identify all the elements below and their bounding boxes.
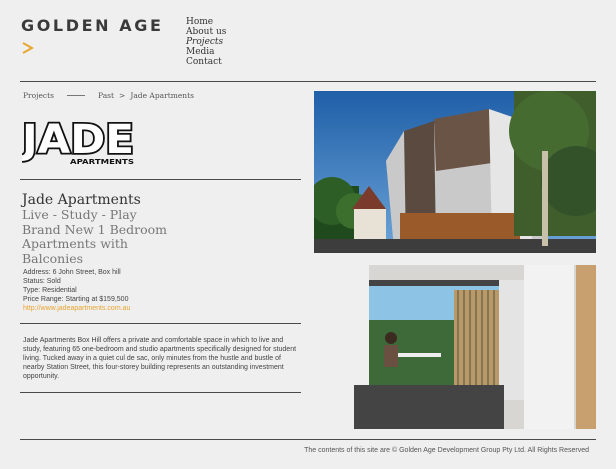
breadcrumb-past[interactable]: Past: [98, 91, 114, 100]
breadcrumb: Projects Past > Jade Apartments: [23, 91, 194, 100]
project-price: Price Range: Starting at $159,500: [23, 296, 129, 303]
project-address: Address: 6 John Street, Box hill: [23, 269, 121, 276]
interior-photo: [314, 265, 596, 429]
nav-item-projects[interactable]: Projects: [186, 37, 226, 47]
nav-item-about[interactable]: About us: [186, 27, 226, 37]
section-divider-3: [20, 392, 301, 393]
header-divider: [20, 81, 596, 82]
breadcrumb-separator: >: [119, 91, 126, 100]
nav-item-contact[interactable]: Contact: [186, 57, 226, 67]
jade-logo-subtitle: APARTMENTS: [70, 158, 134, 166]
project-details: Address: 6 John Street, Box hill Status:…: [23, 268, 130, 313]
main-nav: Home About us Projects Media Contact: [186, 17, 226, 67]
breadcrumb-dash: [66, 95, 85, 96]
footer-divider: [20, 439, 596, 440]
project-description: Jade Apartments Box Hill offers a privat…: [23, 337, 297, 380]
project-website-link[interactable]: http://www.jadeapartments.com.au: [23, 305, 130, 312]
project-subtitle: Live - Study - Play Brand New 1 Bedroom …: [22, 207, 168, 266]
breadcrumb-projects[interactable]: Projects: [23, 91, 54, 100]
project-type: Type: Residential: [23, 287, 77, 294]
brand-logo[interactable]: GOLDEN AGE: [21, 16, 164, 35]
footer-copyright: The contents of this site are © Golden A…: [304, 447, 589, 454]
jade-apartments-logo: JADE APARTMENTS: [22, 119, 136, 166]
project-status: Status: Sold: [23, 278, 61, 285]
nav-item-media[interactable]: Media: [186, 47, 226, 57]
section-divider-2: [20, 323, 301, 324]
breadcrumb-current: Jade Apartments: [130, 91, 194, 100]
exterior-photo: [314, 91, 596, 253]
section-divider-1: [20, 179, 301, 180]
jade-logo-wordmark: JADE: [22, 119, 134, 163]
project-title: Jade Apartments: [22, 192, 141, 208]
nav-item-home[interactable]: Home: [186, 17, 226, 27]
brand-arrow-icon: [22, 42, 34, 54]
